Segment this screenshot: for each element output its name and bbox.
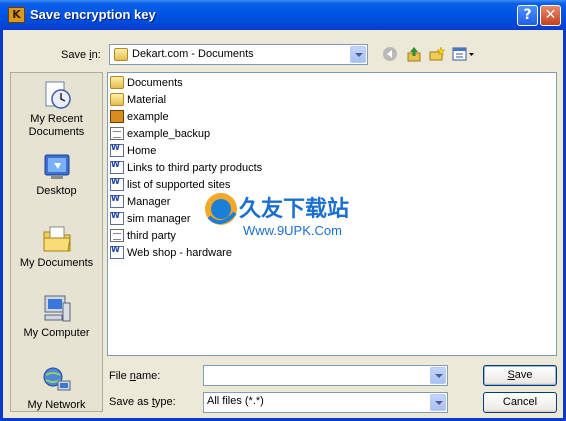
dialog-body: Save in: Dekart.com - Documents My Recen… <box>3 30 563 418</box>
chevron-down-icon[interactable] <box>350 46 366 63</box>
word-document-icon <box>110 245 124 259</box>
save-as-type-dropdown[interactable]: All files (*.*) <box>203 392 448 413</box>
back-icon[interactable] <box>380 46 400 64</box>
file-name-input[interactable] <box>203 365 448 386</box>
recent-documents-icon <box>41 79 73 111</box>
views-menu-icon[interactable] <box>451 46 477 64</box>
help-button[interactable]: ? <box>517 5 538 26</box>
places-bar: My Recent Documents Desktop My Documents… <box>10 72 103 412</box>
close-button[interactable]: ✕ <box>540 5 561 26</box>
chevron-down-icon[interactable] <box>430 367 446 384</box>
up-folder-icon[interactable] <box>404 46 424 64</box>
dialog-title: Save encryption key <box>30 7 156 22</box>
folder-icon <box>110 93 124 106</box>
new-folder-icon[interactable] <box>427 46 447 64</box>
save-as-type-label: Save as type: <box>109 396 176 408</box>
word-document-icon <box>110 160 124 174</box>
place-my-computer[interactable]: My Computer <box>11 293 102 340</box>
place-my-network[interactable]: My Network <box>11 365 102 412</box>
save-in-dropdown[interactable]: Dekart.com - Documents <box>109 44 368 65</box>
save-in-label: Save in: <box>61 49 101 61</box>
chevron-down-icon[interactable] <box>430 394 446 411</box>
save-dialog-window: K Save encryption key ? ✕ Save in: Dekar… <box>0 0 566 421</box>
word-document-icon <box>110 194 124 208</box>
application-icon <box>110 110 124 123</box>
text-file-icon <box>110 229 124 242</box>
title-bar[interactable]: K Save encryption key ? ✕ <box>0 0 566 30</box>
place-my-documents[interactable]: My Documents <box>11 223 102 270</box>
my-network-icon <box>41 365 73 397</box>
word-document-icon <box>110 177 124 191</box>
cancel-button[interactable]: Cancel <box>483 392 557 413</box>
place-desktop[interactable]: Desktop <box>11 151 102 198</box>
app-key-icon: K <box>8 7 25 23</box>
file-name-label: File name: <box>109 370 161 382</box>
word-document-icon <box>110 143 124 157</box>
save-button[interactable]: Save <box>483 365 557 386</box>
word-document-icon <box>110 211 124 225</box>
file-list[interactable]: Documents Material example example_backu… <box>107 72 557 356</box>
save-in-value: Dekart.com - Documents <box>132 48 254 60</box>
my-documents-icon <box>41 223 73 255</box>
text-file-icon <box>110 127 124 140</box>
place-my-recent-documents[interactable]: My Recent Documents <box>11 79 102 139</box>
my-computer-icon <box>41 293 73 325</box>
folder-icon <box>110 76 124 89</box>
folder-icon <box>114 48 128 61</box>
desktop-icon <box>41 151 73 183</box>
